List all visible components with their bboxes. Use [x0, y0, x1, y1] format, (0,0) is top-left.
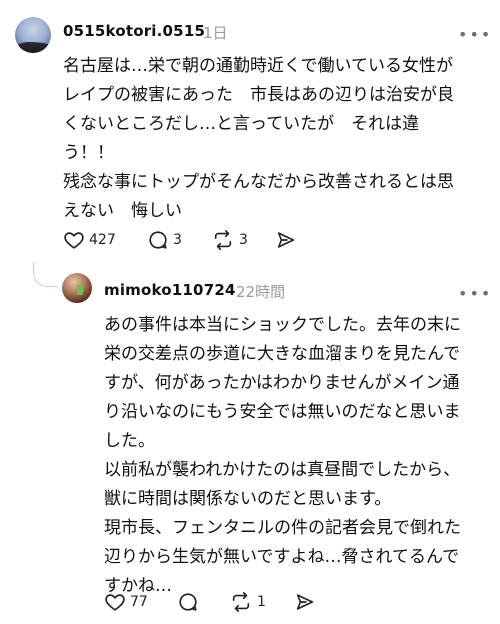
like-count: 77 [130, 594, 148, 610]
avatar[interactable] [62, 273, 92, 303]
repost-count: 3 [239, 232, 248, 248]
comment-line: レイプの被害にあった 市長はあの辺りは治安が良 [63, 85, 454, 105]
reply-button[interactable]: 3 [147, 229, 182, 251]
timestamp: 22時間 [236, 283, 286, 301]
comment-line: う！！ [63, 143, 114, 163]
comment-line: 名古屋は…栄で朝の通勤時近くで働いている女性が [63, 56, 453, 76]
share-button[interactable] [275, 229, 297, 251]
comment-line: 栄の交差点の歩道に大きな血溜まりを見たんで [104, 344, 461, 364]
comment-line: えない 悔しい [63, 201, 182, 221]
comment-line: り沿いなのにもう安全では無いのだなと思いま [104, 402, 461, 422]
username[interactable]: mimoko110724 [104, 281, 236, 299]
comment-line: 現市長、フェンタニルの件の記者会見で倒れた [104, 518, 461, 538]
more-options-icon[interactable]: ••• [458, 286, 492, 302]
more-options-icon[interactable]: ••• [458, 27, 492, 43]
comment-line: すかね… [104, 576, 172, 596]
repost-button[interactable]: 1 [229, 591, 266, 613]
like-button[interactable]: 427 [63, 229, 116, 251]
thread-connector [33, 262, 58, 287]
comment-icon [149, 231, 167, 249]
like-button[interactable]: 77 [104, 591, 148, 613]
username[interactable]: 0515kotori.0515 [63, 22, 205, 40]
comment-icon [179, 593, 197, 611]
heart-icon [64, 232, 84, 249]
share-button[interactable] [294, 591, 316, 613]
repost-icon [232, 592, 250, 612]
heart-icon [105, 594, 125, 611]
repost-icon [214, 230, 232, 250]
like-count: 427 [89, 232, 116, 248]
comment-line: あの事件は本当にショックでした。去年の末に [104, 315, 461, 335]
comment-line: 辺りから生気が無いですよね…脅されてるんで [104, 547, 460, 567]
repost-button[interactable]: 3 [211, 229, 248, 251]
send-icon [277, 232, 295, 248]
comment-line: した。 [104, 431, 155, 451]
comment-line: すが、何があったかはわかりませんがメイン通 [104, 373, 460, 393]
send-icon [296, 594, 314, 610]
comment-line: 残念な事にトップがそんなだから改善されるとは思 [63, 172, 454, 192]
reply-count: 3 [173, 232, 182, 248]
comment-line: 以前私が襲われかけたのは真昼間でしたから、 [104, 460, 461, 480]
comment-line: 獣に時間は関係ないのだと思います。 [104, 489, 392, 509]
repost-count: 1 [257, 594, 266, 610]
reply-button[interactable] [177, 591, 203, 613]
comment-body: あの事件は本当にショックでした。去年の末に 栄の交差点の歩道に大きな血溜まりを見… [104, 311, 461, 601]
comment-body: 名古屋は…栄で朝の通勤時近くで働いている女性が レイプの被害にあった 市長はあの… [63, 52, 454, 226]
comment-line: くないところだし…と言っていたが それは違 [63, 114, 420, 134]
timestamp: 1日 [203, 24, 228, 42]
avatar[interactable] [15, 17, 51, 53]
